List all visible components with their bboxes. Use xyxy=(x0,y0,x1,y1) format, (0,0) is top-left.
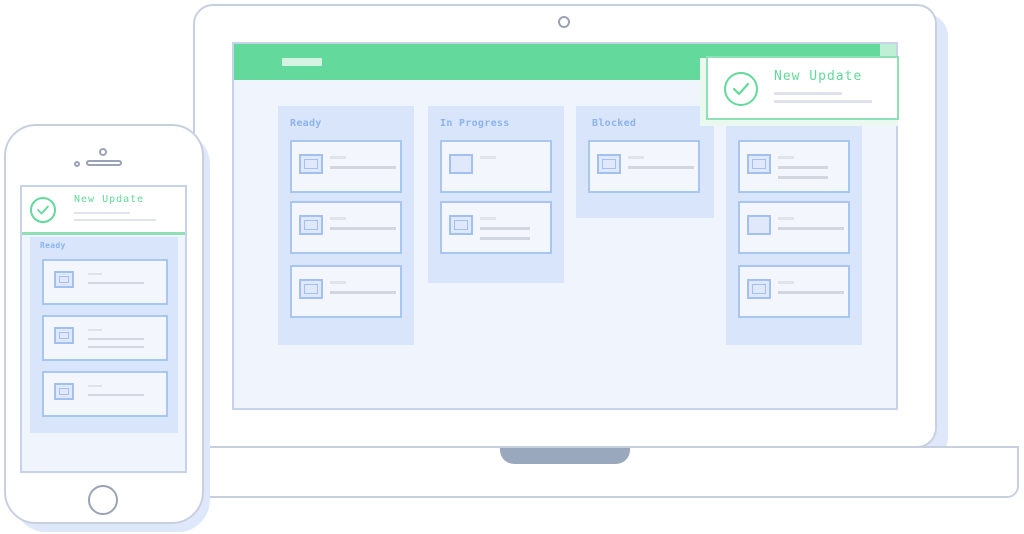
phone-camera-icon xyxy=(99,148,107,156)
image-thumbnail-icon xyxy=(747,154,771,174)
card-text-line xyxy=(330,281,346,284)
card-text-line xyxy=(480,217,496,220)
board-column-ready: Ready xyxy=(30,237,178,433)
phone-sensor-icon xyxy=(74,161,80,167)
image-thumbnail-icon xyxy=(449,215,473,235)
laptop-camera-icon xyxy=(558,16,570,28)
notification-text-line xyxy=(74,219,156,221)
image-placeholder-icon xyxy=(449,154,473,174)
task-card[interactable] xyxy=(290,140,402,193)
card-text-line xyxy=(88,394,144,396)
task-card[interactable] xyxy=(290,265,402,318)
image-thumbnail-icon xyxy=(299,215,323,235)
board-column-4 xyxy=(726,106,862,345)
notification-text-line xyxy=(74,212,130,214)
notification-title: New Update xyxy=(774,69,863,84)
task-card[interactable] xyxy=(738,265,850,318)
image-thumbnail-icon xyxy=(597,154,621,174)
notification-text-line xyxy=(774,100,872,103)
card-text-line xyxy=(778,227,844,230)
board-column-in-progress: In Progress xyxy=(428,106,564,283)
image-thumbnail-icon xyxy=(54,327,74,344)
image-thumbnail-icon xyxy=(299,279,323,299)
card-text-line xyxy=(88,329,102,331)
card-text-line xyxy=(778,156,794,159)
card-text-line xyxy=(88,385,102,387)
card-text-line xyxy=(330,227,396,230)
task-card[interactable] xyxy=(290,201,402,254)
column-title: Ready xyxy=(40,241,66,250)
card-text-line xyxy=(778,176,828,179)
task-card[interactable] xyxy=(440,201,552,254)
card-text-line xyxy=(88,282,144,284)
task-card[interactable] xyxy=(42,371,168,417)
card-text-line xyxy=(778,291,844,294)
phone-home-button[interactable] xyxy=(88,485,118,515)
column-title: Blocked xyxy=(592,118,637,129)
image-thumbnail-icon xyxy=(54,383,74,400)
card-text-line xyxy=(778,166,828,169)
image-thumbnail-icon xyxy=(54,271,74,288)
image-thumbnail-icon xyxy=(299,154,323,174)
card-text-line xyxy=(628,166,694,169)
board-column-ready: Ready xyxy=(278,106,414,345)
task-card[interactable] xyxy=(588,140,700,193)
card-text-line xyxy=(628,156,644,159)
card-text-line xyxy=(330,166,396,169)
task-card[interactable] xyxy=(42,315,168,361)
card-text-line xyxy=(88,338,144,340)
update-notification[interactable]: New Update xyxy=(22,187,185,235)
card-text-line xyxy=(778,281,794,284)
task-card[interactable] xyxy=(738,201,850,254)
card-text-line xyxy=(330,291,396,294)
check-circle-icon xyxy=(30,197,56,223)
app-logo[interactable] xyxy=(282,58,322,66)
check-circle-icon xyxy=(724,72,758,106)
card-text-line xyxy=(480,227,530,230)
laptop-notch xyxy=(500,448,630,464)
image-placeholder-icon xyxy=(747,215,771,235)
card-text-line xyxy=(88,346,144,348)
board-column-blocked: Blocked xyxy=(576,106,714,218)
notification-text-line xyxy=(774,92,842,95)
task-card[interactable] xyxy=(440,140,552,193)
column-title: In Progress xyxy=(440,118,510,129)
update-notification[interactable]: New Update xyxy=(706,56,899,120)
notification-title: New Update xyxy=(74,194,145,205)
card-text-line xyxy=(778,217,794,220)
card-text-line xyxy=(480,156,496,159)
card-text-line xyxy=(480,237,530,240)
phone-screen: Ready New Update xyxy=(20,185,187,473)
card-text-line xyxy=(88,273,102,275)
card-text-line xyxy=(330,156,346,159)
card-text-line xyxy=(330,217,346,220)
task-card[interactable] xyxy=(42,259,168,305)
column-title: Ready xyxy=(290,118,322,129)
task-card[interactable] xyxy=(738,140,850,193)
phone-speaker xyxy=(86,160,122,166)
image-thumbnail-icon xyxy=(747,279,771,299)
